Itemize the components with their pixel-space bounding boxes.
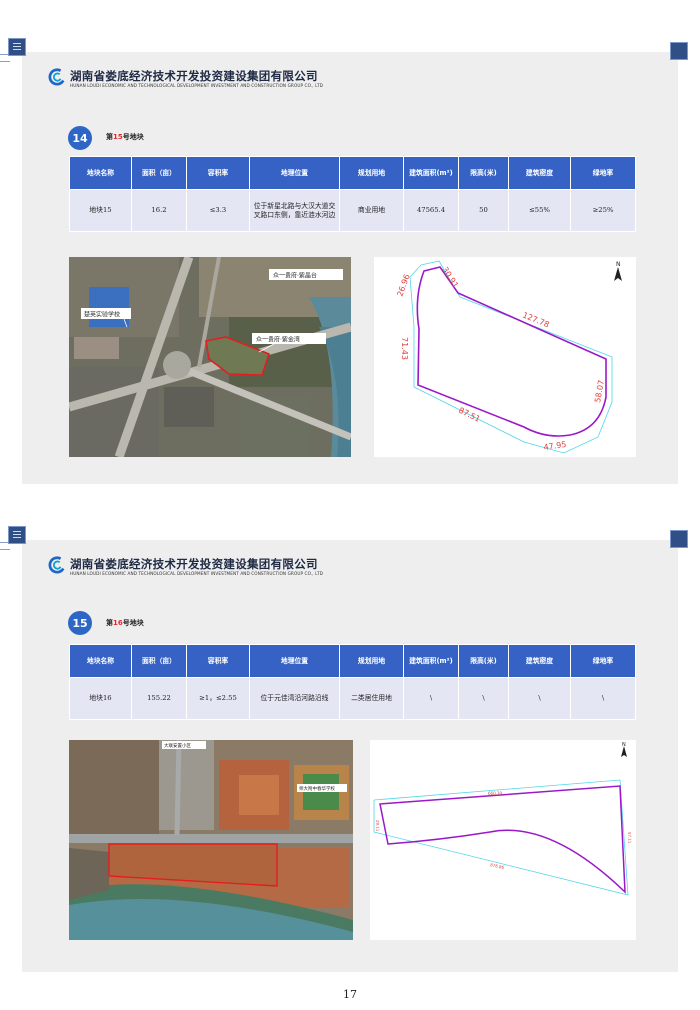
table-cell: ≤55%: [508, 189, 571, 232]
table-cell: 商业用地: [339, 189, 404, 232]
header-cell: 限高(米): [458, 156, 509, 190]
table-cell: ≥25%: [570, 189, 636, 232]
section-badge: 15: [68, 611, 92, 635]
map-label-school: 楚英实验学校: [84, 311, 120, 319]
table-cell: 47565.4: [403, 189, 459, 232]
header-cell: 地理位置: [249, 644, 340, 678]
corner-decoration: [670, 42, 688, 60]
table-header-row: 地块名称 面积（亩） 容积率 地理位置 规划用地 建筑面积(m²) 限高(米) …: [69, 644, 636, 678]
header-cell: 规划用地: [339, 644, 404, 678]
north-arrow-icon: [614, 267, 622, 281]
dim-label: 127.78: [521, 311, 550, 330]
page-number: 17: [343, 988, 357, 1001]
corner-decoration: [8, 526, 26, 544]
header-cell: 绿地率: [570, 644, 636, 678]
dim-label: 47.95: [543, 440, 567, 452]
slide-plot-15: 湖南省娄底经济技术开发投资建设集团有限公司 HUNAN LOUDI ECONOM…: [0, 38, 688, 484]
dim-label: 26.96: [395, 273, 411, 298]
table-cell: \: [508, 677, 571, 720]
dim-label: 660.39: [488, 791, 502, 796]
block-title: 第16号地块: [106, 619, 144, 627]
header-cell: 面积（亩）: [131, 156, 187, 190]
table-header-row: 地块名称 面积（亩） 容积率 地理位置 规划用地 建筑面积(m²) 限高(米) …: [69, 156, 636, 190]
aerial-map-plot-15: 众一贵府·紫晶台 楚英实验学校 众一贵府·紫金湾: [69, 257, 351, 457]
header-cell: 容积率: [186, 644, 250, 678]
header-cell: 建筑面积(m²): [403, 156, 459, 190]
table-cell: 地块16: [69, 677, 132, 720]
company-logo-icon: [48, 556, 65, 574]
slide-plot-16: 湖南省娄底经济技术开发投资建设集团有限公司 HUNAN LOUDI ECONOM…: [0, 526, 688, 972]
header-cell: 容积率: [186, 156, 250, 190]
header-cell: 地理位置: [249, 156, 340, 190]
header-cell: 绿地率: [570, 156, 636, 190]
company-name-cn: 湖南省娄底经济技术开发投资建设集团有限公司: [70, 69, 318, 83]
header-cell: 地块名称: [69, 644, 132, 678]
block-title: 第15号地块: [106, 133, 144, 141]
dim-label: 58.07: [593, 379, 606, 403]
table-row: 地块16 155.22 ≥1，≤2.55 位于元佳湾沿河路沿线 二类居住用地 \…: [69, 677, 636, 720]
header-cell: 建筑面积(m²): [403, 644, 459, 678]
header-cell: 建筑密度: [508, 156, 571, 190]
map-label-resettlement: 大联安置小区: [164, 742, 191, 749]
table-cell: \: [458, 677, 509, 720]
table-cell: 155.22: [131, 677, 187, 720]
company-logo-icon: [48, 68, 65, 86]
table-cell: 16.2: [131, 189, 187, 232]
header-cell: 限高(米): [458, 644, 509, 678]
table-cell: 地块15: [69, 189, 132, 232]
dim-label: 29.11: [375, 820, 380, 832]
table-cell: ≤3.3: [186, 189, 250, 232]
map-label-school: 师大附中春华学校: [299, 785, 335, 792]
boundary-plan-plot-16: 660.39 57.11 29.11 878.86 N: [370, 740, 636, 940]
plot-info-table: 地块名称 面积（亩） 容积率 地理位置 规划用地 建筑面积(m²) 限高(米) …: [69, 644, 636, 720]
corner-decoration: [670, 530, 688, 548]
table-cell: 50: [458, 189, 509, 232]
section-badge: 14: [68, 126, 92, 150]
dim-label: 878.86: [490, 862, 505, 870]
table-row: 地块15 16.2 ≤3.3 位于新星北路与大汉大道交叉路口东侧，靠近涟水河边 …: [69, 189, 636, 232]
company-name-cn: 湖南省娄底经济技术开发投资建设集团有限公司: [70, 557, 318, 571]
header-cell: 面积（亩）: [131, 644, 187, 678]
aerial-map-plot-16: 大联安置小区 师大附中春华学校: [69, 740, 353, 940]
table-cell: \: [403, 677, 459, 720]
table-cell: 位于元佳湾沿河路沿线: [249, 677, 340, 720]
corner-decoration: [8, 38, 26, 56]
dim-label: 57.11: [627, 832, 632, 844]
boundary-plan-plot-15: 30.91 26.96 127.78 71.43 58.07 87.51 47.…: [374, 257, 636, 457]
dim-label: 71.43: [400, 337, 409, 360]
north-label: N: [622, 742, 626, 748]
map-label-zijingtai: 众一贵府·紫晶台: [273, 272, 317, 280]
dim-label: 30.91: [440, 265, 460, 289]
header-cell: 地块名称: [69, 156, 132, 190]
table-cell: \: [570, 677, 636, 720]
plot-info-table: 地块名称 面积（亩） 容积率 地理位置 规划用地 建筑面积(m²) 限高(米) …: [69, 156, 636, 232]
header-cell: 建筑密度: [508, 644, 571, 678]
north-label: N: [616, 261, 621, 268]
table-cell: 位于新星北路与大汉大道交叉路口东侧，靠近涟水河边: [249, 189, 340, 232]
header-cell: 规划用地: [339, 156, 404, 190]
map-label-zijinwan: 众一贵府·紫金湾: [256, 336, 300, 344]
company-name-en: HUNAN LOUDI ECONOMIC AND TECHNOLOGICAL D…: [70, 83, 323, 88]
table-cell: ≥1，≤2.55: [186, 677, 250, 720]
table-cell: 二类居住用地: [339, 677, 404, 720]
company-name-en: HUNAN LOUDI ECONOMIC AND TECHNOLOGICAL D…: [70, 571, 323, 576]
